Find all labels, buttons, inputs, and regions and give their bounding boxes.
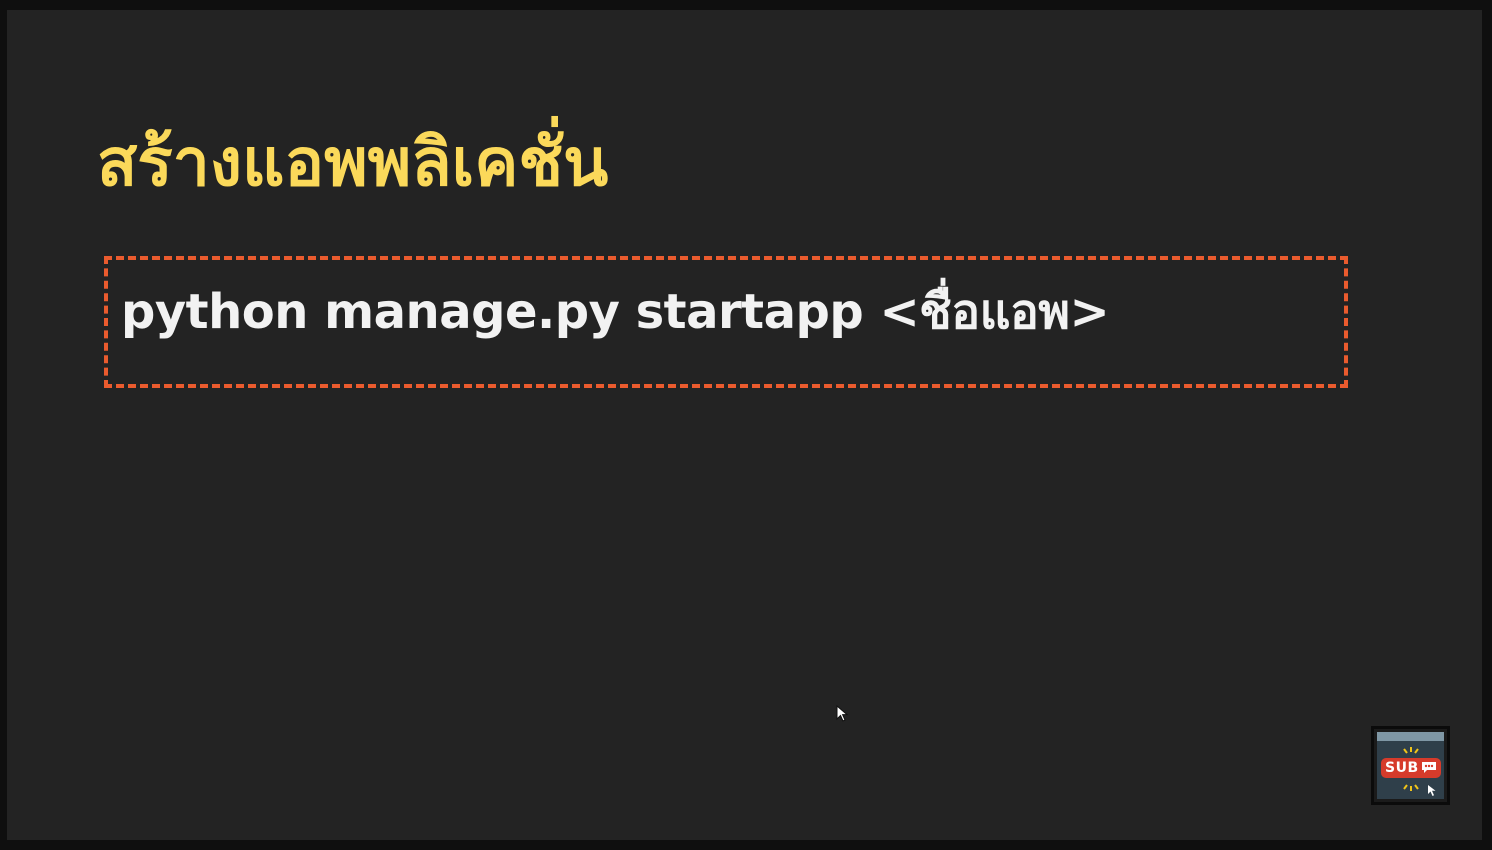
subscribe-label: SUB [1385,760,1419,776]
subscribe-badge[interactable]: SUB [1371,726,1450,805]
click-pointer-icon [1428,785,1436,796]
sparkle-icon [1403,747,1419,754]
chat-bubble-icon [1422,762,1436,773]
subscribe-badge-titlebar [1377,732,1444,741]
slide-title: สร้างแอพพลิเคชั่น [97,124,609,201]
command-text: python manage.py startapp <ชื่อแอพ> [121,284,1110,340]
subscribe-badge-screen: SUB [1377,732,1444,799]
sparkle-icon [1403,784,1419,791]
mouse-pointer-icon [836,705,849,722]
slide-canvas: สร้างแอพพลิเคชั่น python manage.py start… [7,10,1482,840]
